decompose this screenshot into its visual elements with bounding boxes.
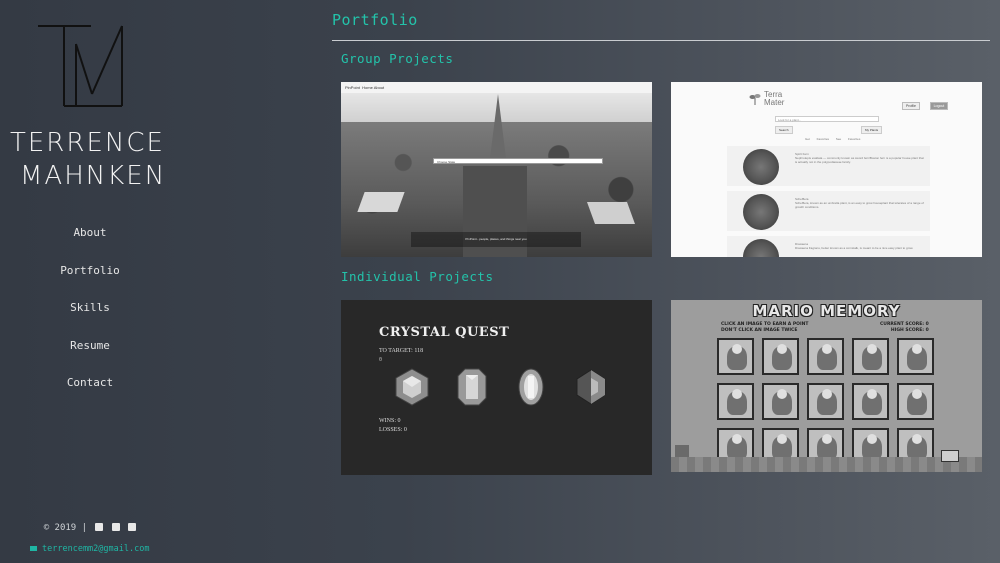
crystal-quest-target: TO TARGET: 118 (379, 348, 424, 354)
nav-portfolio[interactable]: Portfolio (0, 262, 180, 300)
crystal-oval-icon (518, 368, 544, 406)
copyright: © 2019 | (43, 523, 88, 533)
email-text: terrencemm2@gmail.com (42, 544, 150, 554)
name-first: TERRENCE (10, 128, 165, 158)
crystal-quest-title: CRYSTAL QUEST (379, 325, 510, 340)
tm-myplants-button: My Plants (861, 126, 883, 134)
group-projects-heading: Group Projects (341, 51, 454, 66)
character-head (912, 344, 922, 354)
character-head (777, 434, 787, 444)
project-card-mario-memory[interactable]: MARIO MEMORY CLICK AN IMAGE TO EARN A PO… (671, 300, 982, 472)
plant-description: Nephrolepis exaltata — commonly known as… (795, 156, 924, 164)
nav-resume[interactable]: Resume (0, 337, 180, 375)
memory-tile (852, 383, 889, 420)
crystal-quest-wins: WINS: 0 (379, 418, 401, 424)
plant-description: Dracaena fragrans, better known as a cor… (795, 246, 914, 250)
pinpoint-app-name: PinPoint (345, 85, 360, 90)
tm-search-input: Look for a plant... (775, 116, 879, 122)
sidebar: TERRENCE MAHNKEN About Portfolio Skills … (0, 0, 180, 563)
plant-info: Dracaena Dracaena fragrans, better known … (795, 242, 925, 250)
character-head (912, 389, 922, 399)
church-spire (489, 94, 507, 166)
main-nav: About Portfolio Skills Resume Contact (0, 224, 180, 412)
memory-tile (717, 383, 754, 420)
memory-tile (762, 338, 799, 375)
character-head (732, 389, 742, 399)
email-link[interactable]: terrencemm2@gmail.com (30, 544, 149, 554)
roof (586, 202, 636, 224)
pinpoint-search: Choose State (433, 158, 603, 164)
character-head (867, 344, 877, 354)
brick-ground (671, 457, 982, 472)
logo-line-2: Mater (764, 98, 785, 107)
mario-memory-instructions: CLICK AN IMAGE TO EARN A POINT DON'T CLI… (721, 322, 808, 334)
mario-memory-scores: CURRENT SCORE: 0 HIGH SCORE: 0 (880, 322, 929, 334)
character-head (822, 434, 832, 444)
roof (357, 192, 405, 212)
terra-mater-logo-text: Terra Mater (764, 91, 784, 107)
tm-logout-button: Logout (929, 102, 949, 110)
pinpoint-navbar: PinPoint Home About (341, 82, 652, 93)
plant-logo-icon (749, 94, 761, 105)
nav-about[interactable]: About (0, 224, 180, 262)
project-card-crystal-quest[interactable]: CRYSTAL QUEST TO TARGET: 118 0 WINS: 0 L… (341, 300, 652, 475)
tm-header-buttons: Profile Logout (902, 92, 949, 111)
memory-tile (897, 338, 934, 375)
character-head (822, 344, 832, 354)
crystal-quest-score: 0 (379, 357, 383, 363)
tm-search-button: Search (775, 126, 793, 134)
plant-description: Schefflera, known as an umbrella plant, … (795, 201, 924, 209)
individual-projects-heading: Individual Projects (341, 269, 494, 284)
list-item: Dracaena Dracaena fragrans, better known … (727, 236, 930, 257)
memory-tile (717, 338, 754, 375)
pinpoint-caption-overlay: PinPoint - people, places, and things ne… (411, 232, 581, 247)
plant-info: Spirit Fern Nephrolepis exaltata — common… (795, 152, 925, 164)
footer: © 2019 | (0, 523, 180, 533)
name-last: MAHNKEN (20, 161, 167, 191)
pinpoint-nav-links: Home About (362, 85, 385, 90)
list-item: Schefflera Schefflera, known as an umbrel… (727, 191, 930, 231)
pinpoint-caption: PinPoint - people, places, and things ne… (465, 237, 527, 241)
tm-monogram-logo[interactable] (36, 24, 124, 108)
high-score: HIGH SCORE: 0 (890, 328, 929, 333)
title-divider (332, 40, 990, 41)
character-head (867, 434, 877, 444)
memory-tile (762, 383, 799, 420)
linkedin-icon[interactable] (111, 523, 120, 531)
character-head (732, 344, 742, 354)
pipe-decoration (675, 445, 689, 457)
memory-tile (852, 338, 889, 375)
memory-tile (807, 338, 844, 375)
mail-icon (30, 546, 37, 551)
twitter-icon[interactable] (128, 523, 137, 531)
memory-tile (897, 383, 934, 420)
character-head (732, 434, 742, 444)
project-card-pinpoint[interactable]: PinPoint Home About Choose State PinPoin… (341, 82, 652, 257)
instruction-2: DON'T CLICK AN IMAGE TWICE (721, 328, 798, 333)
character-head (912, 434, 922, 444)
tm-profile-button: Profile (902, 102, 920, 110)
project-card-terra-mater[interactable]: Terra Mater Profile Logout Look for a pl… (671, 82, 982, 257)
list-item: Spirit Fern Nephrolepis exaltata — common… (727, 146, 930, 186)
mario-memory-title: MARIO MEMORY (752, 302, 901, 320)
character-head (777, 389, 787, 399)
character-head (777, 344, 787, 354)
crystal-diamond-icon (576, 369, 606, 405)
plant-thumbnail (743, 149, 779, 185)
plant-thumbnail (743, 239, 779, 257)
plant-info: Schefflera Schefflera, known as an umbrel… (795, 197, 925, 209)
character-head (867, 389, 877, 399)
tm-links: Get Favorites See Favorites (805, 137, 861, 141)
crystal-hexagon-icon (395, 368, 429, 406)
nav-contact[interactable]: Contact (0, 374, 180, 412)
crystal-octagon-icon (457, 368, 487, 406)
memory-tile (807, 383, 844, 420)
nav-skills[interactable]: Skills (0, 299, 180, 337)
github-icon[interactable] (95, 523, 104, 531)
character-head (822, 389, 832, 399)
block-decoration (941, 450, 959, 462)
crystal-quest-losses: LOSSES: 0 (379, 427, 407, 433)
page-title: Portfolio (332, 11, 418, 29)
plant-thumbnail (743, 194, 779, 230)
